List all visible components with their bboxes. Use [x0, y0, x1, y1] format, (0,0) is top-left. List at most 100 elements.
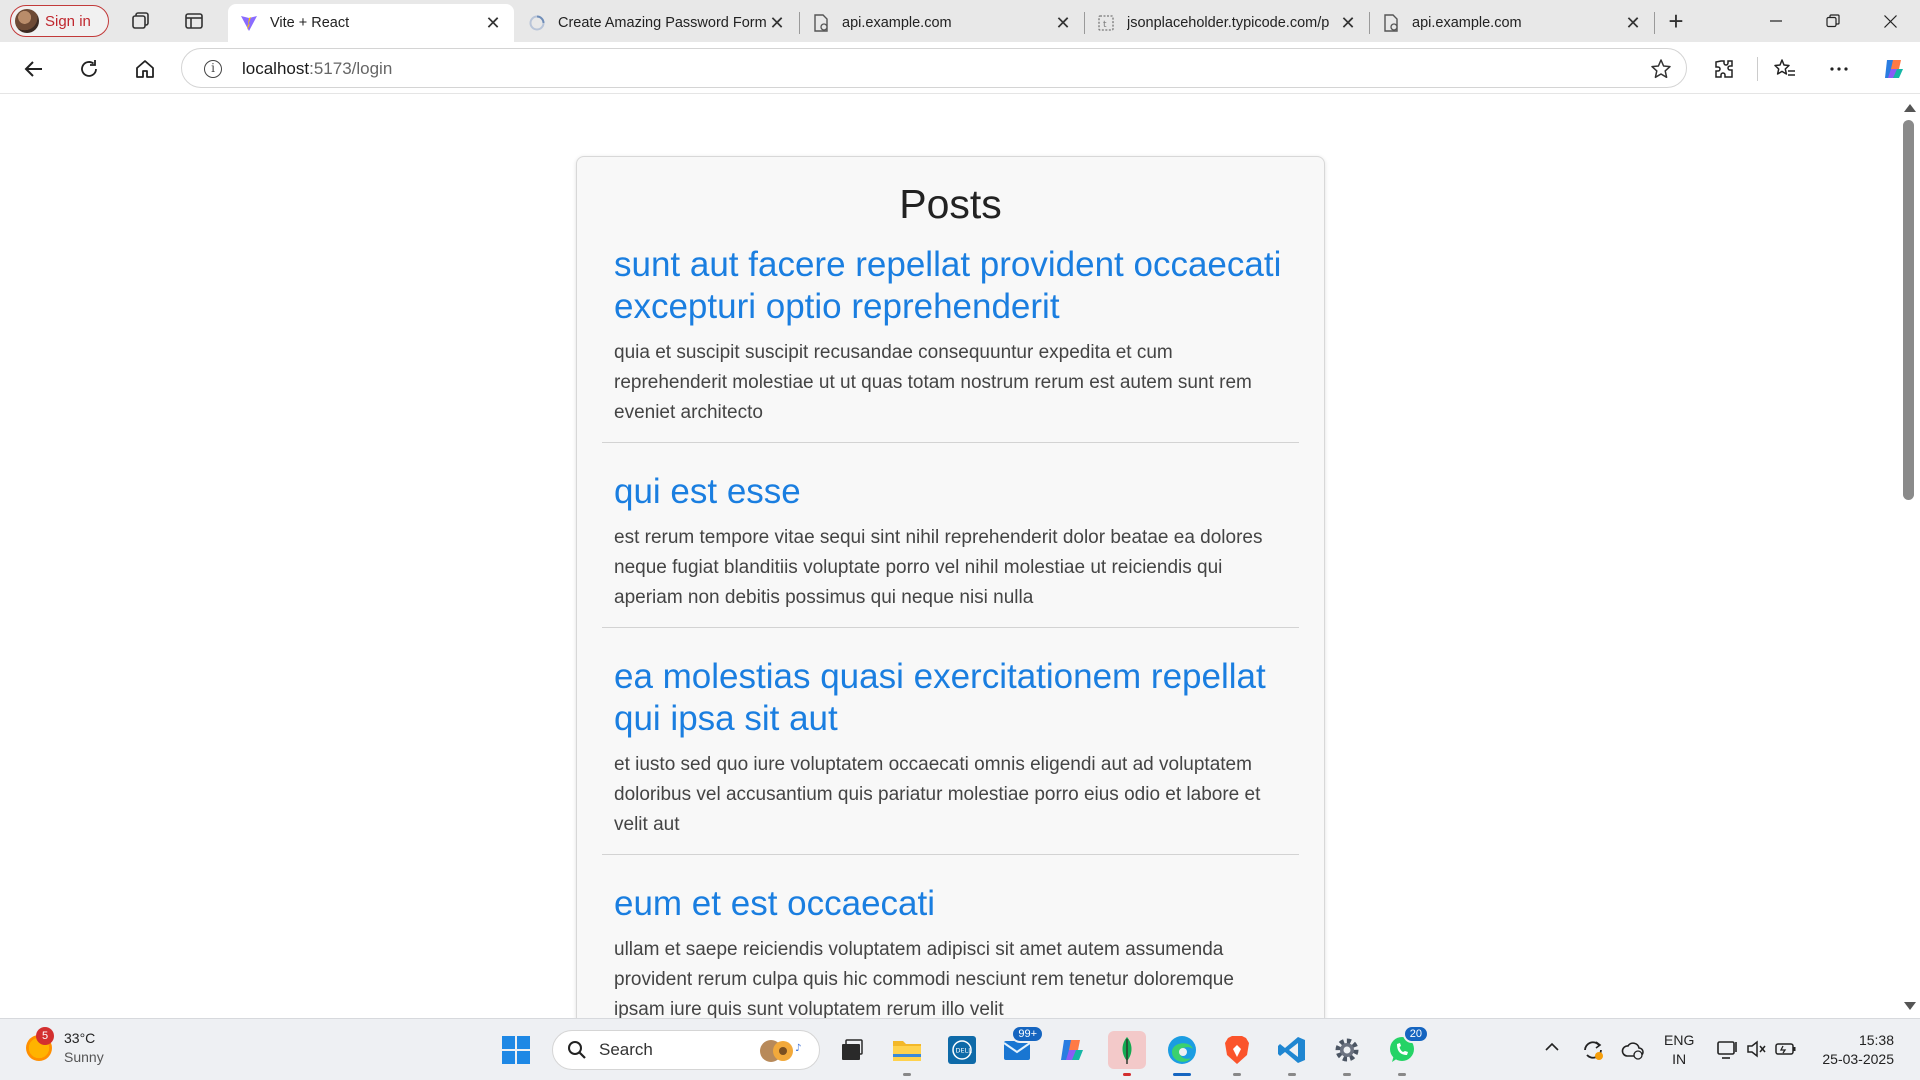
page-icon: t [1097, 14, 1115, 32]
new-tab-button[interactable]: + [1664, 6, 1688, 36]
taskbar: 5 33°C Sunny Search ♪ DELL 99+ 20 ENG IN… [0, 1018, 1920, 1080]
svg-text:♪: ♪ [795, 1043, 801, 1054]
sign-in-button[interactable]: Sign in [10, 5, 109, 37]
search-label: Search [599, 1040, 653, 1059]
home-button[interactable] [128, 52, 162, 86]
mongodb-compass-icon[interactable] [1108, 1031, 1146, 1076]
svg-text:t: t [1103, 20, 1107, 30]
page-icon [1382, 14, 1400, 32]
post-body: est rerum tempore vitae sequi sint nihil… [614, 527, 1263, 608]
address-bar[interactable]: i localhost:5173/login [181, 48, 1687, 88]
tab-title: api.example.com [1412, 15, 1522, 31]
temperature: 33°C [64, 1030, 96, 1046]
post-title[interactable]: sunt aut facere repellat provident occae… [614, 244, 1287, 328]
posts-card: Posts sunt aut facere repellat provident… [576, 156, 1325, 1018]
page-title: Posts [899, 181, 1002, 227]
whatsapp-unread-count: 20 [1402, 1025, 1429, 1043]
avatar [15, 9, 39, 33]
close-icon[interactable]: ✕ [482, 13, 504, 34]
extensions-icon[interactable] [1707, 52, 1741, 86]
tab-divider [1654, 12, 1655, 34]
sync-icon[interactable] [1581, 1038, 1605, 1065]
post-body: quia et suscipit suscipit recusandae con… [614, 342, 1252, 423]
post-body: et iusto sed quo iure voluptatem occaeca… [614, 754, 1261, 835]
task-view-icon[interactable] [833, 1031, 871, 1069]
tab-vite-react[interactable]: Vite + React ✕ [228, 4, 514, 42]
battery-icon[interactable] [1774, 1039, 1798, 1062]
restore-button[interactable] [1805, 0, 1861, 42]
vite-icon [240, 14, 258, 32]
page-icon [812, 14, 830, 32]
language-indicator[interactable]: ENG IN [1664, 1031, 1694, 1069]
file-explorer-icon[interactable] [888, 1031, 926, 1076]
clock-date: 25-03-2025 [1822, 1051, 1894, 1067]
toolbar-divider [1757, 57, 1758, 81]
url-text[interactable]: localhost:5173/login [242, 59, 392, 79]
clock-time: 15:38 [1858, 1032, 1894, 1048]
search-icon [568, 1041, 586, 1059]
tab-title: Vite + React [270, 15, 350, 31]
post-title[interactable]: ea molestias quasi exercitationem repell… [614, 656, 1287, 740]
page-viewport: Posts sunt aut facere repellat provident… [4, 94, 1898, 1018]
post-item: qui est esse est rerum tempore vitae seq… [602, 471, 1299, 628]
post-body: ullam et saepe reiciendis voluptatem adi… [614, 939, 1234, 1018]
whatsapp-icon[interactable]: 20 [1383, 1025, 1429, 1076]
dell-app-icon[interactable]: DELL [943, 1031, 981, 1069]
show-hidden-icons-chevron-icon[interactable] [1544, 1039, 1560, 1058]
tab-api-example-1[interactable]: api.example.com ✕ [800, 4, 1084, 42]
taskbar-search[interactable]: Search ♪ [552, 1030, 820, 1070]
network-cloud-icon[interactable] [1621, 1038, 1645, 1065]
mail-unread-count: 99+ [1011, 1025, 1044, 1043]
mail-icon[interactable]: 99+ [998, 1025, 1044, 1069]
copilot-app-icon[interactable] [1053, 1031, 1091, 1069]
post-item: eum et est occaecati ullam et saepe reic… [602, 883, 1299, 1018]
close-icon[interactable]: ✕ [1622, 13, 1644, 34]
page-scrollbar[interactable] [1898, 94, 1920, 1018]
windows-start-icon[interactable] [497, 1031, 535, 1069]
loading-icon [528, 14, 546, 32]
tab-password-form[interactable]: Create Amazing Password Form ✕ [516, 4, 798, 42]
settings-gear-icon[interactable] [1328, 1031, 1366, 1076]
browser-toolbar: i localhost:5173/login [0, 42, 1920, 94]
vscode-icon[interactable] [1273, 1031, 1311, 1076]
tab-title: jsonplaceholder.typicode.com/p [1127, 15, 1330, 31]
scroll-down-arrow-icon[interactable] [1904, 1002, 1916, 1010]
close-icon[interactable]: ✕ [766, 13, 788, 34]
tab-jsonplaceholder[interactable]: t jsonplaceholder.typicode.com/p ✕ [1085, 4, 1369, 42]
tab-strip: Sign in Vite + React ✕ Create Amazing Pa… [0, 0, 1920, 42]
close-icon[interactable]: ✕ [1337, 13, 1359, 34]
tab-actions-icon[interactable] [182, 9, 206, 33]
search-highlight-icon: ♪ [760, 1040, 801, 1062]
weather-condition: Sunny [64, 1049, 104, 1065]
close-window-button[interactable] [1862, 0, 1918, 42]
post-item: sunt aut facere repellat provident occae… [602, 244, 1299, 443]
clock[interactable]: 15:38 25-03-2025 [1812, 1031, 1894, 1069]
minimize-button[interactable] [1748, 0, 1804, 42]
tab-title: Create Amazing Password Form [558, 15, 766, 31]
favorites-icon[interactable] [1768, 52, 1802, 86]
scroll-up-arrow-icon[interactable] [1904, 104, 1916, 112]
site-info-icon[interactable]: i [204, 60, 222, 78]
workspaces-icon[interactable] [129, 9, 153, 33]
display-icon[interactable] [1716, 1038, 1740, 1063]
refresh-button[interactable] [72, 52, 106, 86]
more-options-icon[interactable] [1822, 52, 1856, 86]
brave-browser-icon[interactable] [1218, 1031, 1256, 1076]
edge-browser-icon[interactable] [1163, 1031, 1201, 1076]
copilot-icon[interactable] [1877, 52, 1911, 86]
weather-badge: 5 [36, 1027, 54, 1045]
sun-icon: 5 [26, 1027, 54, 1061]
favorite-star-icon[interactable] [1650, 58, 1672, 85]
scroll-thumb[interactable] [1903, 120, 1914, 500]
post-item: ea molestias quasi exercitationem repell… [602, 656, 1299, 855]
tab-api-example-2[interactable]: api.example.com ✕ [1370, 4, 1654, 42]
tab-title: api.example.com [842, 15, 952, 31]
svg-text:DELL: DELL [956, 1047, 973, 1055]
sign-in-label: Sign in [45, 12, 91, 30]
volume-muted-icon[interactable] [1745, 1038, 1767, 1063]
post-title[interactable]: eum et est occaecati [614, 883, 1287, 925]
post-title[interactable]: qui est esse [614, 471, 1287, 513]
close-icon[interactable]: ✕ [1052, 13, 1074, 34]
back-button[interactable] [17, 52, 51, 86]
weather-widget[interactable]: 5 33°C Sunny [26, 1027, 104, 1067]
